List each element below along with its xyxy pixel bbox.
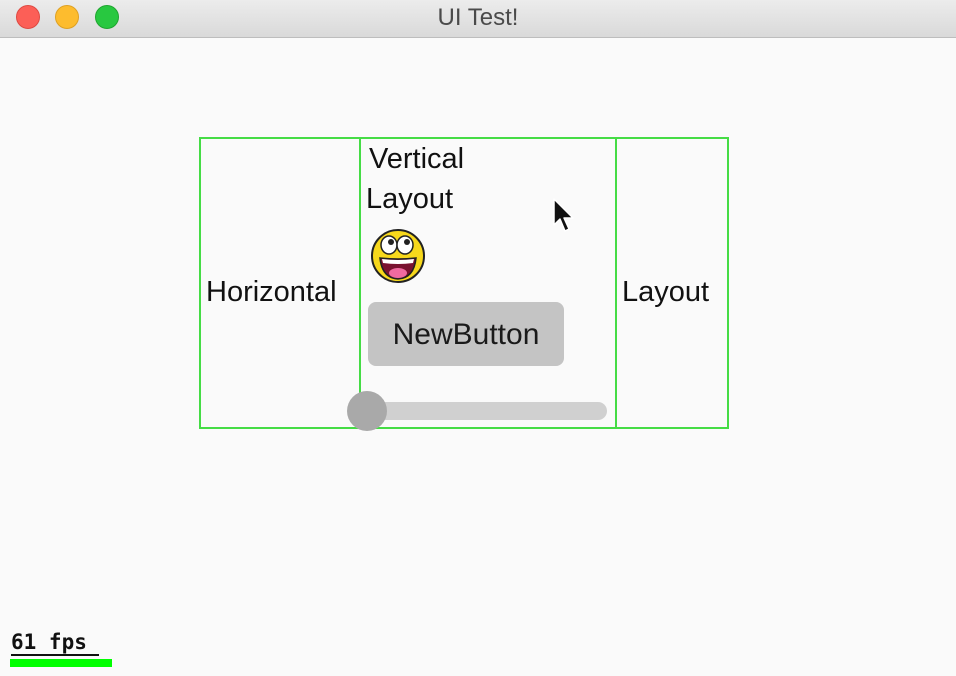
horizontal-label: Horizontal [206, 276, 337, 308]
new-button[interactable]: NewButton [368, 302, 564, 366]
window-title: UI Test! [437, 4, 519, 31]
fps-counter: 61 fps [11, 630, 99, 656]
slider-track[interactable] [367, 402, 607, 420]
vertical-layout-label: Layout [366, 183, 454, 215]
app-window: UI Test! Horizontal Vertical Layout Layo… [0, 0, 956, 676]
fps-bar [10, 659, 112, 667]
vertical-label: Vertical [369, 143, 465, 175]
fps-bar-container [10, 659, 112, 667]
title-bar[interactable]: UI Test! [0, 0, 956, 38]
slider-knob[interactable] [347, 391, 387, 431]
awesome-smiley-face-icon [371, 229, 425, 283]
layout-label: Layout [622, 276, 710, 308]
mouse-pointer-icon [553, 198, 574, 232]
